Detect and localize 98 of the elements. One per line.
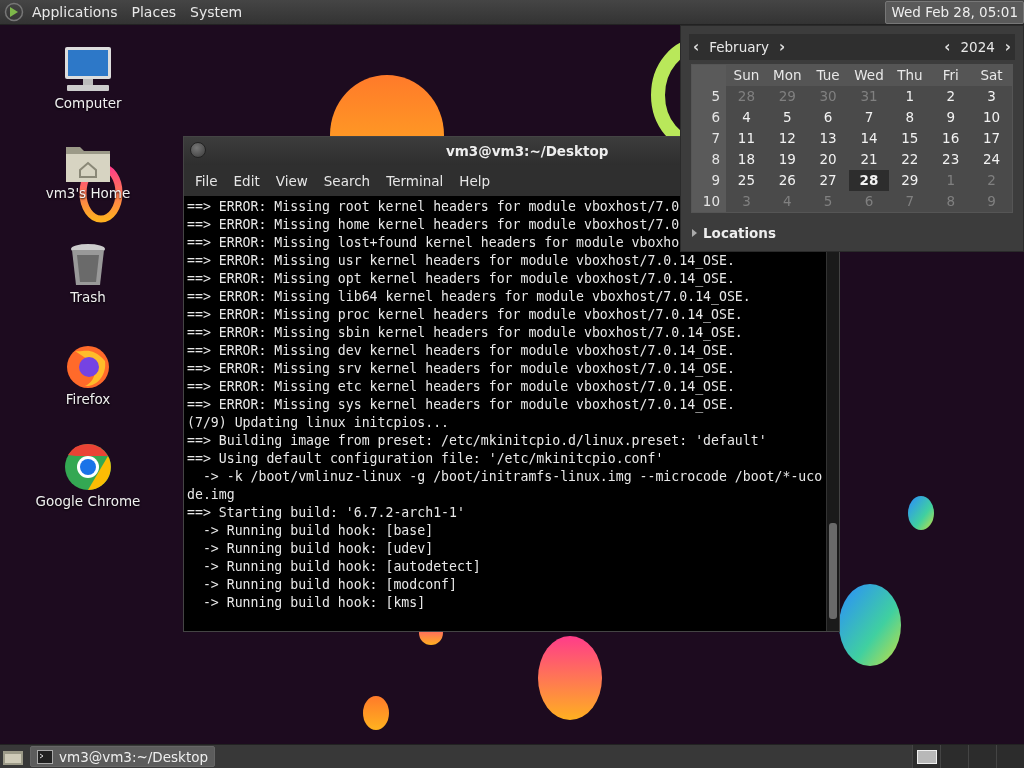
terminal-line: ==> ERROR: Missing srv kernel headers for module vboxhost/7.0.14_OSE. bbox=[187, 360, 735, 378]
expander-icon[interactable] bbox=[691, 229, 697, 237]
menu-item[interactable]: Terminal bbox=[379, 170, 451, 191]
terminal-line: ==> ERROR: Missing sbin kernel headers for module vboxhost/7.0.14_OSE. bbox=[187, 324, 743, 342]
calendar-day[interactable]: 13 bbox=[807, 128, 849, 149]
terminal-line: ==> ERROR: Missing dev kernel headers for module vboxhost/7.0.14_OSE. bbox=[187, 342, 735, 360]
terminal-line: -> Running build hook: [base] bbox=[201, 522, 434, 540]
calendar-day[interactable]: 22 bbox=[889, 149, 931, 170]
terminal-line: ==> ERROR: Missing lib64 kernel headers for module vboxhost/7.0.14_OSE. bbox=[187, 288, 751, 306]
calendar-day[interactable]: 27 bbox=[807, 170, 849, 191]
desktop-icon-label[interactable]: Computer bbox=[54, 95, 122, 111]
logo-icon[interactable] bbox=[4, 2, 24, 22]
calendar-day[interactable]: 10 bbox=[971, 107, 1012, 128]
workspace-button[interactable] bbox=[912, 745, 940, 768]
calendar-day[interactable]: 7 bbox=[848, 107, 890, 128]
calendar-day[interactable]: 5 bbox=[766, 107, 808, 128]
calendar-day[interactable]: 17 bbox=[971, 128, 1012, 149]
trash-icon bbox=[69, 243, 107, 287]
close-button[interactable] bbox=[190, 142, 206, 158]
weekday-header: Sun bbox=[726, 65, 767, 86]
desktop-icon-label[interactable]: Trash bbox=[70, 289, 106, 305]
fox-globe-icon bbox=[65, 343, 111, 389]
week-number: 9 bbox=[692, 170, 726, 191]
calendar-day[interactable]: 4 bbox=[726, 107, 767, 128]
weekday-header: Mon bbox=[766, 65, 808, 86]
terminal-line: ==> ERROR: Missing sys kernel headers for module vboxhost/7.0.14_OSE. bbox=[187, 396, 735, 414]
month-label: February bbox=[709, 39, 769, 55]
terminal-line: ==> ERROR: Missing home kernel headers for module vboxhost/7.0 bbox=[187, 216, 680, 234]
week-number: 8 bbox=[692, 149, 726, 170]
calendar-day[interactable]: 1 bbox=[889, 86, 931, 107]
calendar-day[interactable]: 3 bbox=[971, 86, 1012, 107]
taskbar-button[interactable]: vm3@vm3:~/Desktop bbox=[30, 746, 216, 767]
week-number: 6 bbox=[692, 107, 726, 128]
calendar-day[interactable]: 21 bbox=[848, 149, 890, 170]
calendar-day[interactable]: 23 bbox=[930, 149, 972, 170]
calendar-day[interactable]: 29 bbox=[889, 170, 931, 191]
weekday-header: Tue bbox=[807, 65, 849, 86]
terminal-line: ==> ERROR: Missing proc kernel headers for module vboxhost/7.0.14_OSE. bbox=[187, 306, 743, 324]
terminal-line: -> Running build hook: [modconf] bbox=[201, 576, 457, 594]
calendar-day[interactable]: 14 bbox=[848, 128, 890, 149]
terminal-line: -> -k /boot/vmlinuz-linux -g /boot/initramfs-linux.img --microcode /boot/*-uco bbox=[201, 468, 823, 486]
panel-menu[interactable]: Places bbox=[125, 2, 183, 22]
calendar-day[interactable]: 18 bbox=[726, 149, 767, 170]
calendar-day[interactable]: 19 bbox=[766, 149, 808, 170]
terminal-line: ==> ERROR: Missing root kernel headers for module vboxhost/7.0 bbox=[187, 198, 680, 216]
terminal-line: ==> Starting build: '6.7.2-arch1-1' bbox=[187, 504, 465, 522]
calendar-day[interactable]: 6 bbox=[807, 107, 849, 128]
weekday-header: Wed bbox=[848, 65, 890, 86]
previous-year-button[interactable]: ‹ bbox=[944, 38, 951, 56]
menu-item[interactable]: Help bbox=[452, 170, 498, 191]
previous-month-button[interactable]: ‹ bbox=[693, 38, 700, 56]
terminal-line: ==> Building image from preset: /etc/mkinitcpio.d/linux.preset: 'default' bbox=[187, 432, 767, 450]
desktop-icon-label[interactable]: Google Chrome bbox=[35, 493, 141, 509]
terminal-line: de.img bbox=[187, 486, 235, 504]
weekday-header: Fri bbox=[930, 65, 972, 86]
menu-item[interactable]: Search bbox=[316, 170, 378, 191]
terminal-line: -> Running build hook: [udev] bbox=[201, 540, 434, 558]
scroll-thumb[interactable] bbox=[829, 523, 837, 619]
weekday-header: Sat bbox=[971, 65, 1012, 86]
terminal-line: ==> ERROR: Missing opt kernel headers for module vboxhost/7.0.14_OSE. bbox=[187, 270, 735, 288]
week-number: 5 bbox=[692, 86, 726, 107]
calendar-day[interactable]: 26 bbox=[766, 170, 808, 191]
calendar-day[interactable]: 11 bbox=[726, 128, 767, 149]
next-year-button[interactable]: › bbox=[1004, 38, 1011, 56]
locations-label[interactable]: Locations bbox=[703, 225, 776, 241]
calendar-day[interactable]: 8 bbox=[889, 107, 931, 128]
next-month-button[interactable]: › bbox=[779, 38, 786, 56]
week-number: 7 bbox=[692, 128, 726, 149]
calendar-day[interactable]: 28 bbox=[848, 170, 890, 191]
terminal-line: ==> ERROR: Missing etc kernel headers for module vboxhost/7.0.14_OSE. bbox=[187, 378, 735, 396]
window-title: vm3@vm3:~/Desktop bbox=[446, 143, 609, 159]
terminal-line: -> Running build hook: [kms] bbox=[201, 594, 426, 612]
terminal-icon bbox=[37, 749, 53, 764]
year-label: 2024 bbox=[960, 39, 995, 55]
monitor-icon bbox=[63, 45, 113, 93]
week-number: 10 bbox=[692, 191, 726, 212]
calendar-day[interactable]: 9 bbox=[930, 107, 972, 128]
calendar-day[interactable]: 12 bbox=[766, 128, 808, 149]
calendar-day[interactable]: 24 bbox=[971, 149, 1012, 170]
terminal-line: ==> ERROR: Missing lost+found kernel headers for module vboxho bbox=[187, 234, 680, 252]
menu-item[interactable]: Edit bbox=[226, 170, 267, 191]
terminal-line: -> Running build hook: [autodetect] bbox=[201, 558, 481, 576]
menu-item[interactable]: File bbox=[188, 170, 225, 191]
weekday-header: Thu bbox=[889, 65, 931, 86]
panel-menu[interactable]: Applications bbox=[26, 2, 124, 22]
calendar-day[interactable]: 25 bbox=[726, 170, 767, 191]
panel-menu[interactable]: System bbox=[184, 2, 249, 22]
calendar-day[interactable]: 2 bbox=[930, 86, 972, 107]
calendar-day[interactable]: 20 bbox=[807, 149, 849, 170]
menu-item[interactable]: View bbox=[268, 170, 315, 191]
terminal-line: ==> Using default configuration file: '/etc/mkinitcpio.conf' bbox=[187, 450, 664, 468]
calendar-day[interactable]: 15 bbox=[889, 128, 931, 149]
tricolor-circle-icon bbox=[64, 443, 112, 491]
clock[interactable]: Wed Feb 28, 05:01 bbox=[885, 0, 1024, 24]
terminal-line: ==> ERROR: Missing usr kernel headers for module vboxhost/7.0.14_OSE. bbox=[187, 252, 735, 270]
calendar-day[interactable]: 16 bbox=[930, 128, 972, 149]
desktop-icon-label[interactable]: Firefox bbox=[65, 391, 111, 407]
terminal-line: (7/9) Updating linux initcpios... bbox=[187, 414, 449, 432]
